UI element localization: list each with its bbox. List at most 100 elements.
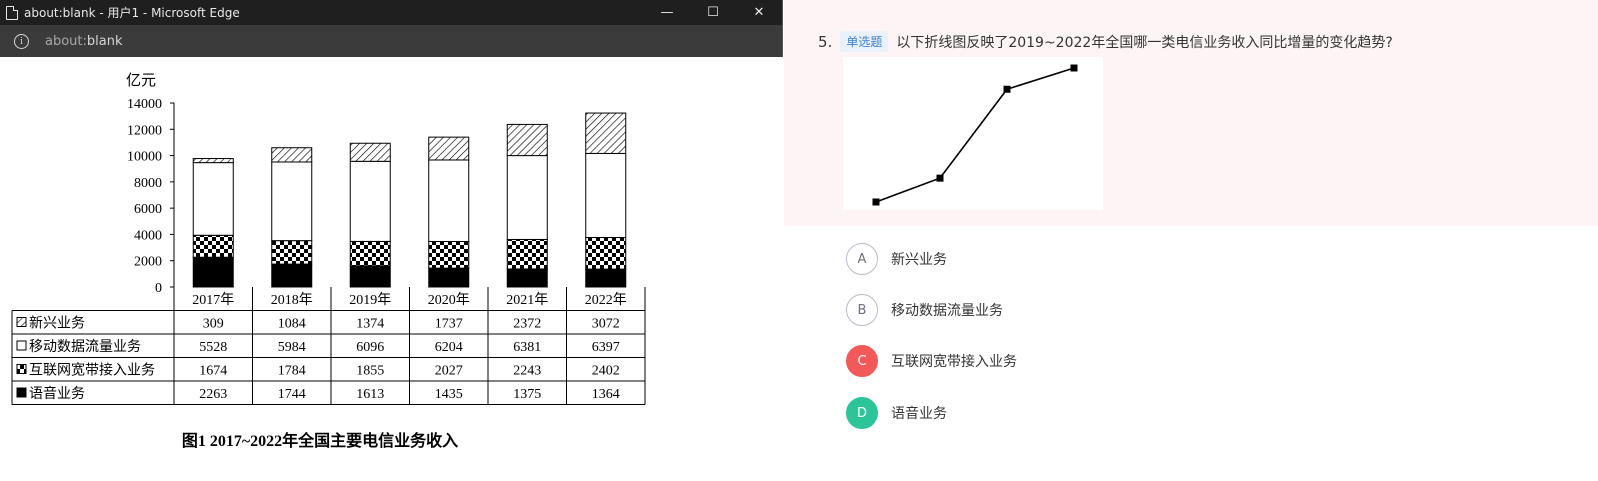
bar-segment bbox=[271, 147, 313, 163]
url-rest: blank bbox=[86, 33, 123, 49]
bar-segment bbox=[506, 238, 548, 270]
question-text: 以下折线图反映了2019~2022年全国哪一类电信业务收入同比增量的变化趋势? bbox=[896, 34, 1393, 51]
data-label: 1435 bbox=[435, 387, 463, 402]
y-tick-label: 14000 bbox=[127, 97, 162, 112]
y-tick-label: 8000 bbox=[134, 176, 162, 191]
data-label: 5984 bbox=[278, 340, 306, 355]
x-tick-label: 2018年 bbox=[271, 292, 313, 308]
bar-segment bbox=[428, 240, 470, 269]
data-label: 1784 bbox=[278, 364, 306, 379]
option-c[interactable]: C 互联网宽带接入业务 bbox=[846, 345, 1017, 377]
bar-segment bbox=[192, 158, 234, 164]
question-number: 5. bbox=[818, 32, 833, 51]
data-label: 6397 bbox=[592, 340, 620, 355]
bar-segment bbox=[585, 152, 627, 239]
window-controls: — ☐ ✕ bbox=[644, 0, 782, 25]
data-label: 1744 bbox=[278, 387, 306, 402]
line-point bbox=[1070, 64, 1078, 72]
question-type-badge: 单选题 bbox=[840, 31, 889, 52]
bar-segment bbox=[271, 161, 313, 242]
option-letter-badge[interactable]: D bbox=[846, 397, 878, 429]
data-label: 1674 bbox=[199, 364, 227, 379]
legend-swatch bbox=[16, 387, 27, 398]
data-label: 6381 bbox=[513, 340, 541, 355]
bar-segment bbox=[428, 159, 470, 242]
address-bar[interactable]: i about:blank bbox=[0, 25, 782, 57]
data-label: 3072 bbox=[592, 317, 620, 332]
data-label: 6096 bbox=[356, 340, 384, 355]
line-point bbox=[1003, 85, 1011, 93]
bar-segment bbox=[585, 237, 627, 270]
chart-title: 图1 2017~2022年全国主要电信业务收入 bbox=[182, 431, 458, 450]
x-tick-label: 2017年 bbox=[192, 292, 234, 308]
close-button[interactable]: ✕ bbox=[736, 0, 782, 25]
legend-swatch bbox=[16, 364, 27, 374]
question-header: 5. 单选题 以下折线图反映了2019~2022年全国哪一类电信业务收入同比增量… bbox=[818, 31, 1393, 52]
bar-segment bbox=[192, 234, 234, 258]
x-tick-label: 2022年 bbox=[585, 292, 627, 308]
option-a[interactable]: A 新兴业务 bbox=[846, 243, 947, 275]
y-tick-label: 4000 bbox=[134, 228, 162, 243]
question-line-chart bbox=[843, 57, 1103, 210]
bar-segment bbox=[271, 263, 313, 288]
url-text[interactable]: about:blank bbox=[45, 34, 123, 49]
x-tick-label: 2021年 bbox=[506, 292, 548, 308]
x-tick-label: 2019年 bbox=[349, 292, 391, 308]
data-label: 2263 bbox=[199, 387, 227, 402]
data-label: 5528 bbox=[199, 340, 227, 355]
data-label: 1375 bbox=[513, 387, 541, 402]
y-tick-label: 10000 bbox=[127, 150, 162, 165]
data-label: 2372 bbox=[513, 317, 541, 332]
y-unit-label: 亿元 bbox=[126, 72, 156, 89]
option-b[interactable]: B 移动数据流量业务 bbox=[846, 294, 1003, 326]
url-prefix: about: bbox=[45, 33, 87, 49]
bar-segment bbox=[506, 268, 548, 288]
bar-segment bbox=[585, 268, 627, 288]
option-label: 语音业务 bbox=[891, 406, 947, 422]
legend-label: 新兴业务 bbox=[29, 316, 85, 332]
window-title: about:blank - 用户1 - Microsoft Edge bbox=[24, 6, 240, 20]
data-label: 1374 bbox=[356, 317, 384, 332]
page-icon bbox=[6, 5, 18, 20]
y-tick-label: 0 bbox=[155, 281, 162, 296]
line-point bbox=[872, 198, 880, 206]
data-label: 1737 bbox=[435, 317, 463, 332]
y-tick-label: 6000 bbox=[134, 202, 162, 217]
option-d[interactable]: D 语音业务 bbox=[846, 397, 947, 429]
data-label: 2402 bbox=[592, 364, 620, 379]
stacked-bar-chart: 0 2000 4000 6000 8000 10000 12000 14000 亿元 2017年 2… bbox=[11, 72, 646, 450]
line-point bbox=[936, 174, 944, 182]
bar-segment bbox=[349, 142, 391, 162]
x-tick-label: 2020年 bbox=[428, 292, 470, 308]
bar-segment bbox=[192, 256, 234, 288]
option-label: 互联网宽带接入业务 bbox=[891, 354, 1017, 370]
bar-segment bbox=[506, 123, 548, 157]
bar-segment bbox=[428, 267, 470, 288]
legend-label: 语音业务 bbox=[29, 385, 85, 402]
title-bar: about:blank - 用户1 - Microsoft Edge — ☐ ✕ bbox=[0, 0, 782, 25]
browser-window: about:blank - 用户1 - Microsoft Edge — ☐ ✕… bbox=[0, 0, 783, 481]
option-label: 移动数据流量业务 bbox=[891, 303, 1003, 319]
data-label: 2243 bbox=[513, 364, 541, 379]
bar-segment bbox=[192, 162, 234, 236]
legend-swatch bbox=[16, 340, 27, 351]
bar-segment bbox=[428, 136, 470, 161]
minimize-button[interactable]: — bbox=[644, 0, 690, 25]
data-label: 1855 bbox=[356, 364, 384, 379]
legend-label: 移动数据流量业务 bbox=[29, 339, 141, 355]
option-letter-badge[interactable]: B bbox=[846, 294, 878, 326]
y-tick-label: 12000 bbox=[127, 123, 162, 138]
bar-segment bbox=[349, 265, 391, 288]
maximize-button[interactable]: ☐ bbox=[690, 0, 736, 25]
question-panel: 5. 单选题 以下折线图反映了2019~2022年全国哪一类电信业务收入同比增量… bbox=[784, 0, 1598, 481]
info-icon[interactable]: i bbox=[14, 33, 29, 49]
option-letter-badge[interactable]: C bbox=[846, 345, 878, 377]
legend-swatch bbox=[16, 317, 27, 327]
bar-segment bbox=[506, 155, 548, 240]
question-stem-area: 5. 单选题 以下折线图反映了2019~2022年全国哪一类电信业务收入同比增量… bbox=[784, 0, 1598, 226]
option-label: 新兴业务 bbox=[891, 252, 947, 268]
page-content: 0 2000 4000 6000 8000 10000 12000 14000 亿元 2017年 2… bbox=[0, 57, 783, 481]
bar-segment bbox=[349, 160, 391, 242]
option-letter-badge[interactable]: A bbox=[846, 243, 878, 275]
data-label: 1613 bbox=[356, 387, 384, 402]
